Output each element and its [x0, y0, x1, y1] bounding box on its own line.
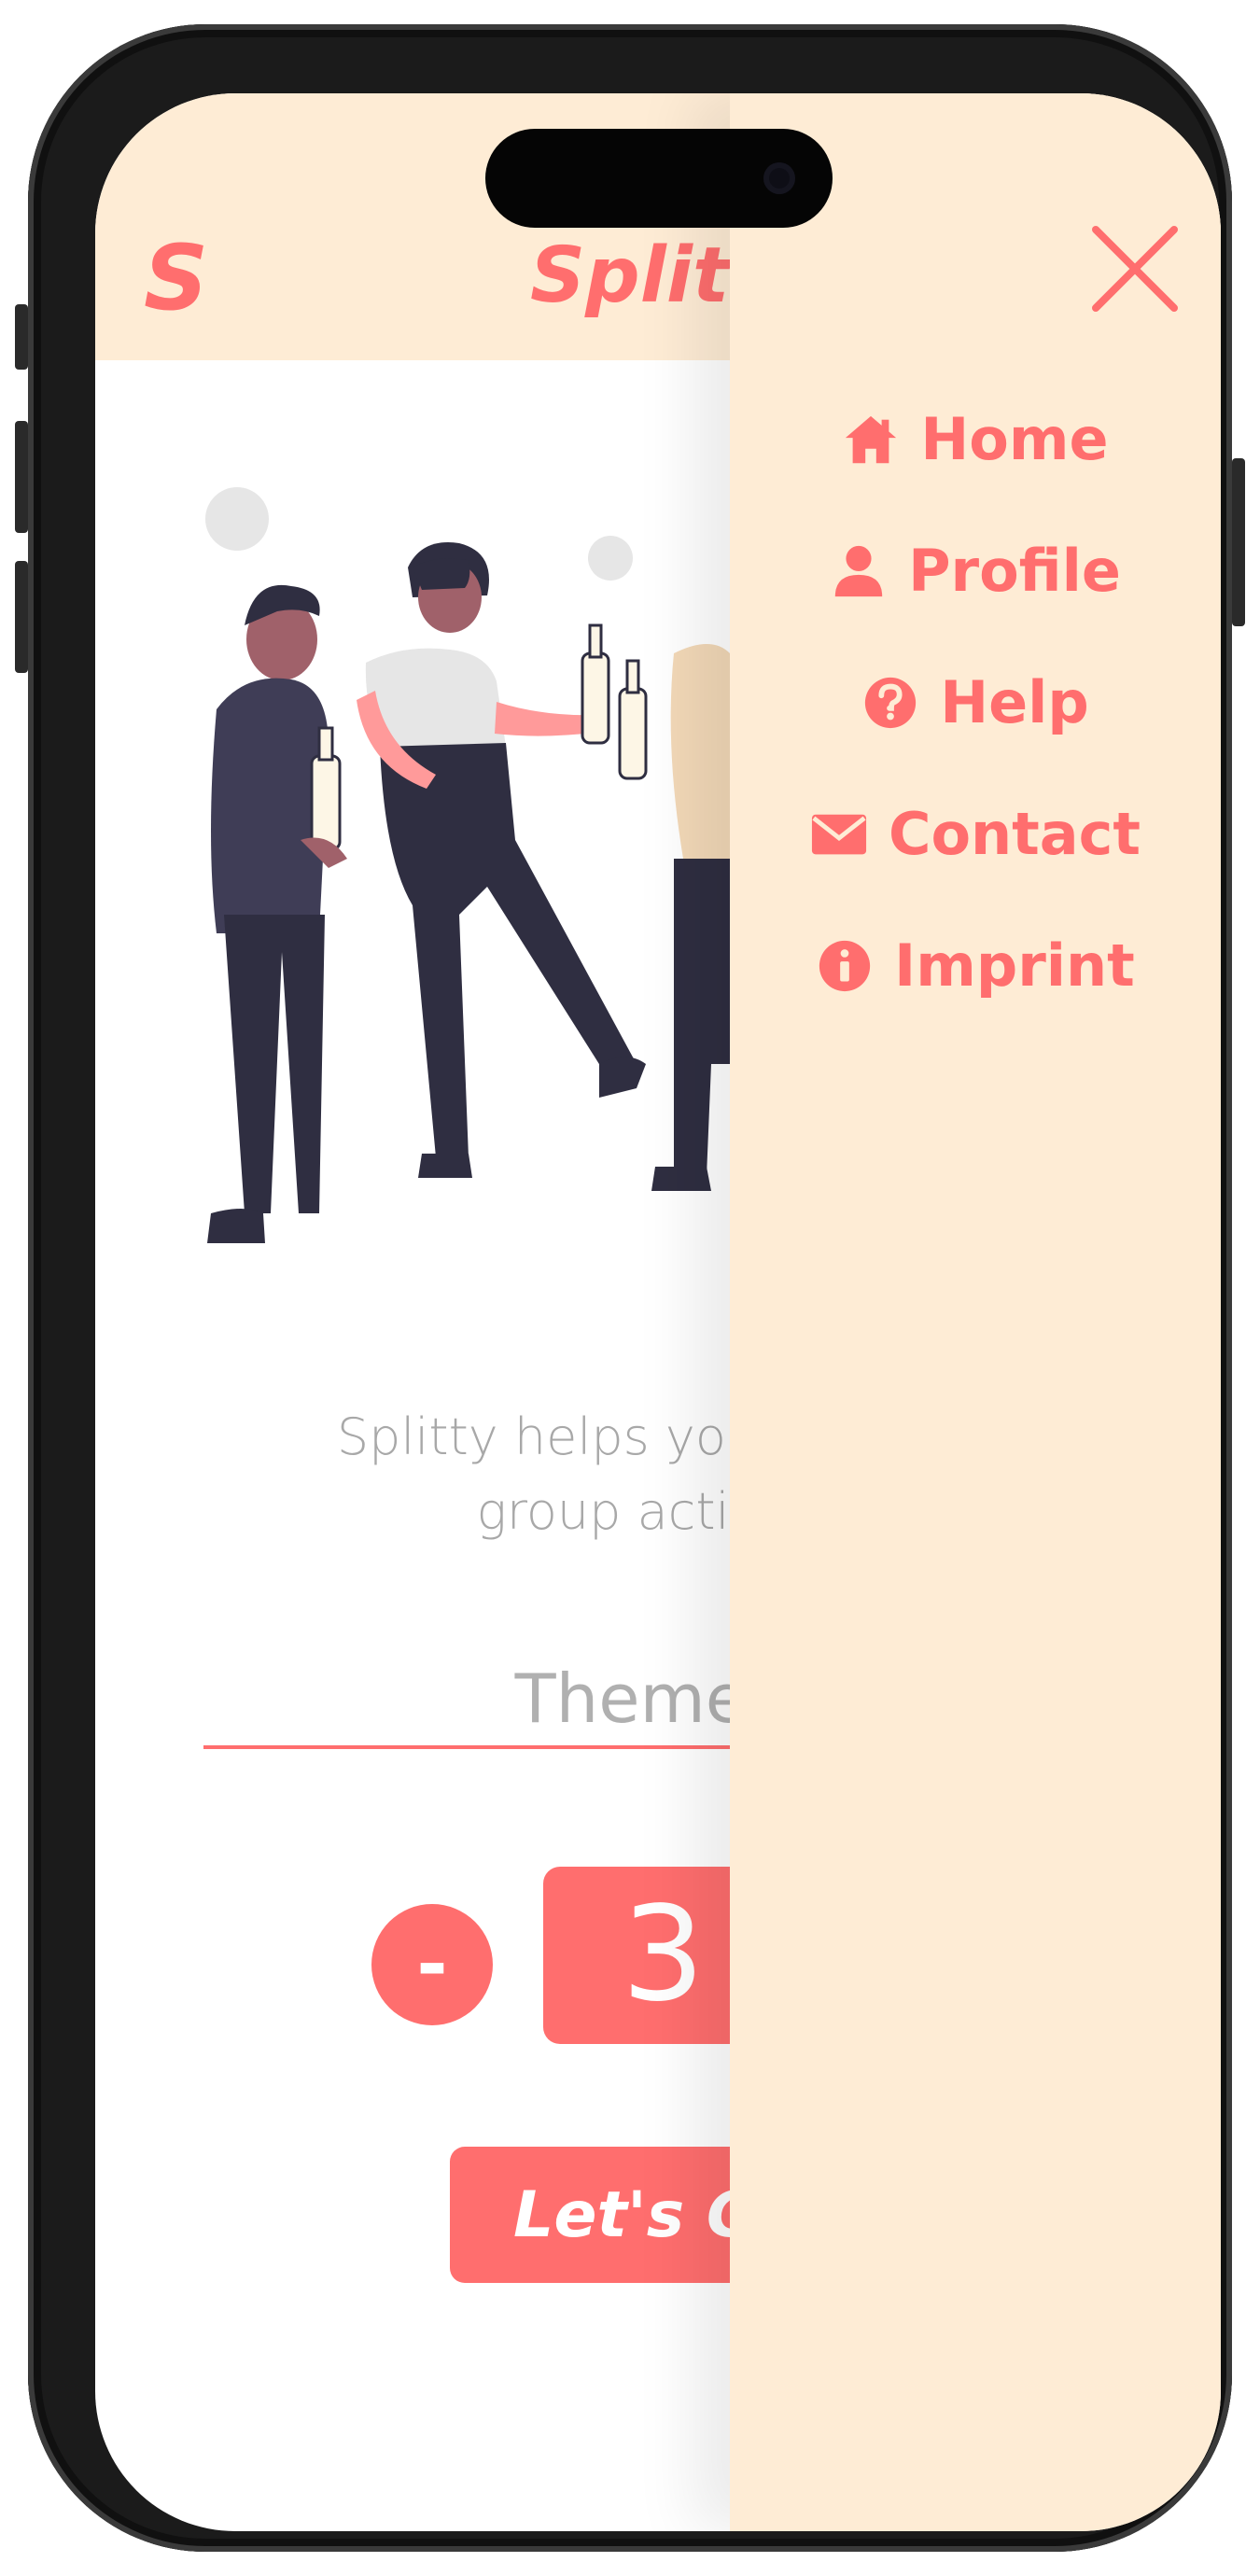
nav-item-label: Contact [888, 800, 1141, 868]
person-left [207, 584, 347, 1243]
volume-up-button [15, 421, 28, 533]
splitty-logo[interactable]: S [144, 233, 208, 323]
envelope-icon [811, 814, 866, 854]
camera-icon [763, 162, 795, 194]
user-icon [834, 545, 883, 596]
nav-item-home[interactable]: Home [730, 373, 1221, 505]
home-icon [846, 415, 897, 463]
nav-item-label: Home [920, 405, 1109, 473]
decor-circle [588, 536, 633, 581]
nav-item-imprint[interactable]: Imprint [730, 900, 1221, 1031]
person-center [357, 542, 648, 1178]
device-mockup: S Splitt Splitty helps you to sp group a… [0, 0, 1260, 2576]
volume-down-button [15, 561, 28, 673]
dynamic-island [485, 129, 833, 228]
nav-item-label: Profile [908, 537, 1121, 605]
nav-item-contact[interactable]: Contact [730, 768, 1221, 900]
nav-menu: Home Profile Help Contact Imprint [730, 373, 1221, 1031]
nav-item-profile[interactable]: Profile [730, 505, 1221, 637]
power-button [1232, 458, 1245, 626]
screen: S Splitt Splitty helps you to sp group a… [95, 93, 1221, 2531]
question-circle-icon [865, 677, 917, 728]
nav-item-label: Help [940, 668, 1089, 736]
action-button [15, 304, 28, 370]
nav-drawer: Home Profile Help Contact Imprint [730, 93, 1221, 2531]
phone-frame: S Splitt Splitty helps you to sp group a… [15, 24, 1245, 2552]
nav-item-label: Imprint [894, 931, 1135, 1000]
info-circle-icon [819, 940, 871, 991]
decrement-button[interactable]: - [371, 1904, 493, 2025]
close-icon[interactable] [1088, 222, 1182, 315]
nav-item-help[interactable]: Help [730, 637, 1221, 768]
decor-circle [205, 487, 269, 551]
person-right [651, 644, 730, 1191]
